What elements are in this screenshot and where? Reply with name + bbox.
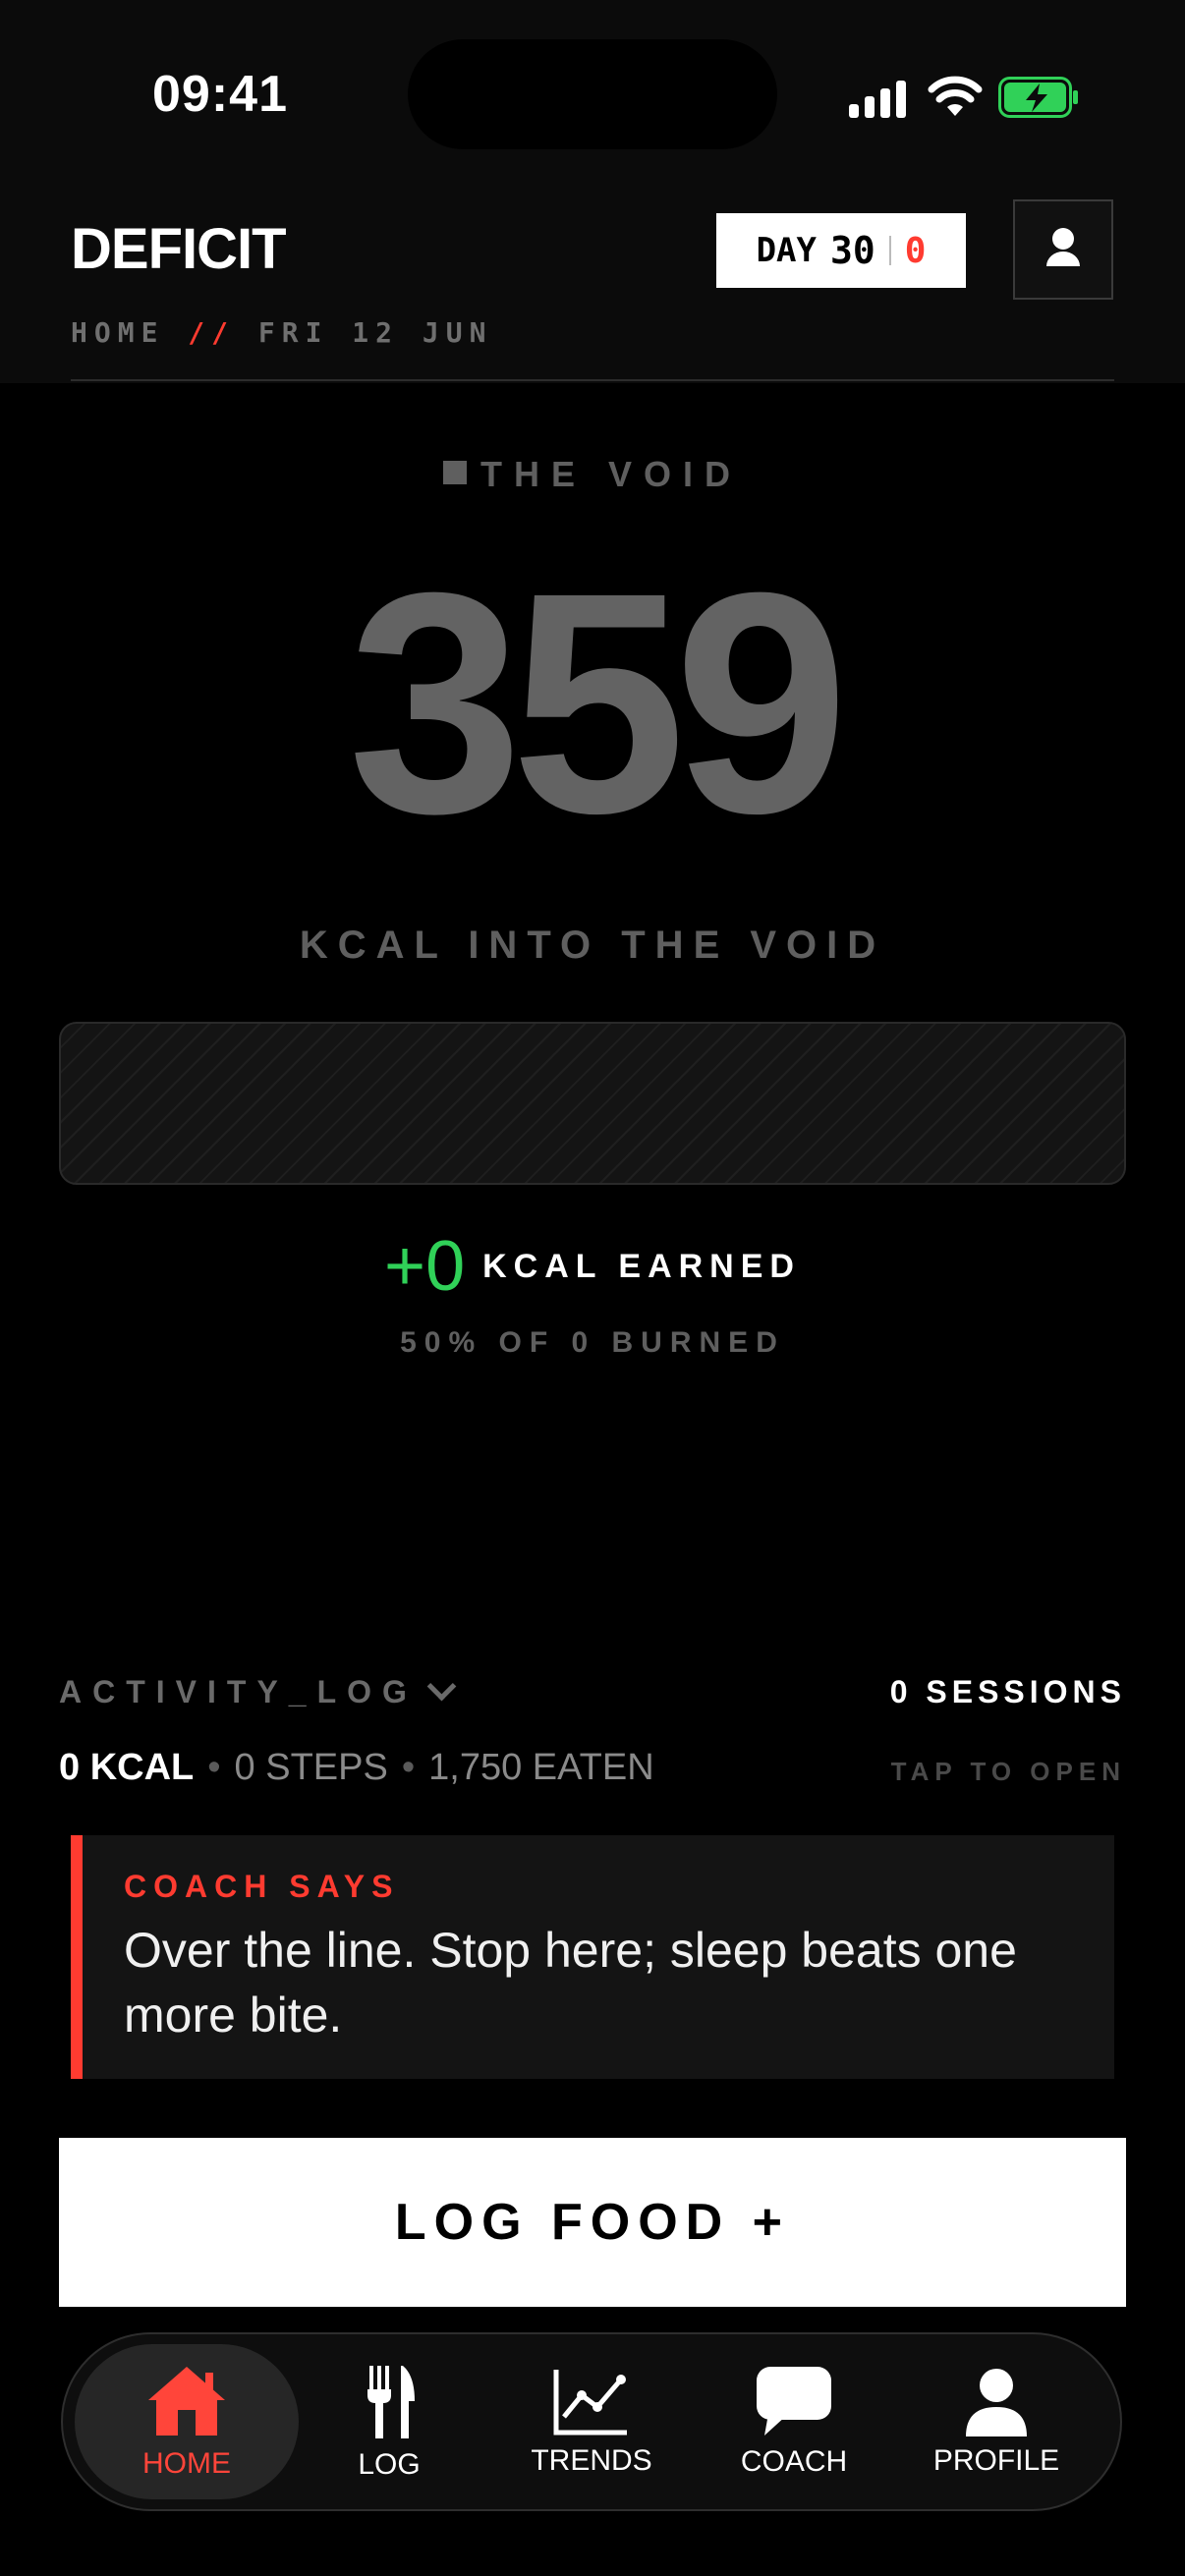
- tab-coach[interactable]: COACH: [696, 2344, 892, 2499]
- fork-knife-icon: [367, 2366, 415, 2438]
- coach-message: Over the line. Stop here; sleep beats on…: [124, 1923, 1017, 2043]
- breadcrumb: HOME // FRI 12 JUN: [71, 316, 492, 349]
- void-kcal-value: 359: [348, 527, 849, 878]
- tap-to-open-hint[interactable]: TAP TO OPEN: [891, 1757, 1126, 1787]
- tab-trends[interactable]: TRENDS: [493, 2344, 690, 2499]
- person-icon: [966, 2369, 1027, 2436]
- tab-log-label: LOG: [358, 2448, 421, 2481]
- streak-value: 0: [904, 230, 927, 271]
- activity-kcal: 0 KCAL: [59, 1747, 195, 1788]
- tab-home-label: HOME: [142, 2447, 231, 2480]
- sessions-count: 0 SESSIONS: [889, 1674, 1126, 1709]
- activity-log-title: ACTIVITY_LOG: [59, 1674, 418, 1709]
- tab-trends-label: TRENDS: [531, 2444, 652, 2477]
- battery-charging-icon: [998, 77, 1078, 118]
- chart-icon: [553, 2370, 627, 2436]
- day-label: DAY: [756, 231, 817, 270]
- earned-label: KCAL EARNED: [482, 1247, 801, 1285]
- breadcrumb-home[interactable]: HOME: [71, 316, 164, 349]
- tab-home[interactable]: HOME: [75, 2344, 299, 2499]
- wifi-icon: [928, 76, 983, 116]
- signal-icon: [849, 79, 908, 118]
- tab-coach-label: COACH: [740, 2445, 848, 2478]
- tab-log[interactable]: LOG: [291, 2344, 487, 2499]
- chat-bubble-icon: [757, 2367, 831, 2436]
- burned-note: 50% OF 0 BURNED: [400, 1326, 785, 1359]
- coach-label: COACH SAYS: [124, 1869, 400, 1904]
- breadcrumb-date: FRI 12 JUN: [257, 316, 493, 349]
- profile-button[interactable]: [1013, 199, 1113, 300]
- void-caption: KCAL INTO THE VOID: [299, 924, 886, 967]
- header-divider: [71, 379, 1114, 381]
- tab-profile-label: PROFILE: [932, 2444, 1060, 2477]
- activity-steps: 0 STEPS: [234, 1747, 388, 1788]
- dot-separator: •: [401, 1747, 416, 1788]
- earned-row: +0 KCAL EARNED: [0, 1226, 1185, 1307]
- tab-profile[interactable]: PROFILE: [898, 2344, 1095, 2499]
- dot-separator: •: [207, 1747, 221, 1788]
- dynamic-island: [408, 39, 777, 149]
- earned-value: +0: [384, 1227, 466, 1306]
- activity-stats[interactable]: 0 KCAL • 0 STEPS • 1,750 EATEN: [59, 1747, 654, 1789]
- void-progress-bar: [59, 1022, 1126, 1185]
- day-number: 30: [829, 229, 875, 272]
- badge-divider: [888, 236, 891, 265]
- home-icon: [148, 2367, 225, 2436]
- square-icon: [442, 461, 467, 484]
- breadcrumb-separator: //: [188, 316, 236, 349]
- day-streak-badge[interactable]: DAY 30 0: [716, 213, 966, 288]
- log-food-button[interactable]: LOG FOOD +: [59, 2138, 1126, 2307]
- chevron-down-icon: [426, 1671, 457, 1702]
- coach-accent-bar: [71, 1835, 83, 2079]
- person-icon: [1046, 228, 1080, 266]
- void-label: THE VOID: [0, 454, 1185, 495]
- activity-eaten: 1,750 EATEN: [428, 1747, 654, 1788]
- app-title: DEFICIT: [71, 217, 287, 281]
- status-time: 09:41: [152, 66, 288, 123]
- void-label-text: THE VOID: [480, 454, 742, 494]
- activity-log-toggle[interactable]: ACTIVITY_LOG: [59, 1671, 457, 1710]
